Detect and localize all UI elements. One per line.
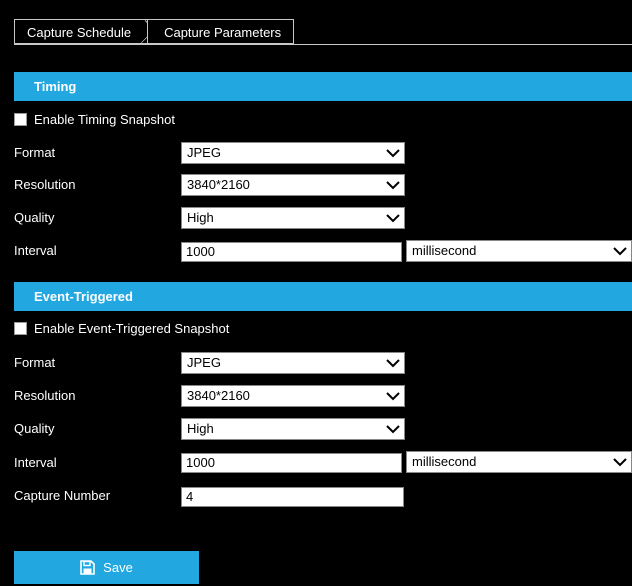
tab-divider <box>14 44 632 45</box>
timing-quality-label: Quality <box>14 210 55 225</box>
chevron-down-icon <box>613 458 627 467</box>
chevron-down-icon <box>613 247 627 256</box>
timing-quality-select[interactable]: High <box>181 207 405 229</box>
timing-resolution-select[interactable]: 3840*2160 <box>181 174 405 196</box>
event-enable-checkbox[interactable] <box>14 321 27 335</box>
event-quality-value: High <box>187 421 214 436</box>
event-interval-unit-value: millisecond <box>412 454 477 469</box>
event-interval-label: Interval <box>14 455 57 470</box>
timing-interval-unit-select[interactable]: millisecond <box>406 240 632 262</box>
event-format-value: JPEG <box>187 355 221 370</box>
event-capture-number-input[interactable]: 4 <box>181 487 404 507</box>
timing-enable-row: Enable Timing Snapshot <box>14 109 175 129</box>
timing-interval-input[interactable]: 1000 <box>181 242 402 262</box>
chevron-down-icon <box>386 392 400 401</box>
chevron-down-icon <box>386 181 400 190</box>
floppy-disk-icon <box>80 560 95 575</box>
event-section-header: Event-Triggered <box>14 282 632 311</box>
tab-capture-schedule[interactable]: Capture Schedule <box>14 19 148 44</box>
timing-quality-value: High <box>187 210 214 225</box>
event-format-select[interactable]: JPEG <box>181 352 405 374</box>
timing-resolution-value: 3840*2160 <box>187 177 250 192</box>
event-resolution-label: Resolution <box>14 388 76 403</box>
chevron-down-icon <box>386 359 400 368</box>
event-enable-label: Enable Event-Triggered Snapshot <box>34 320 230 336</box>
event-interval-input[interactable]: 1000 <box>181 453 402 473</box>
event-quality-select[interactable]: High <box>181 418 405 440</box>
timing-interval-label: Interval <box>14 243 57 258</box>
save-button[interactable]: Save <box>14 551 199 584</box>
event-resolution-value: 3840*2160 <box>187 388 250 403</box>
tab-capture-parameters-label: Capture Parameters <box>164 25 282 40</box>
timing-section-header: Timing <box>14 72 632 101</box>
event-capture-number-label: Capture Number <box>14 488 111 503</box>
event-interval-unit-select[interactable]: millisecond <box>406 451 632 473</box>
timing-format-label: Format <box>14 145 56 160</box>
chevron-down-icon <box>386 425 400 434</box>
timing-enable-checkbox[interactable] <box>14 112 27 126</box>
tab-bar: Capture Schedule Capture Parameters <box>14 19 295 44</box>
chevron-down-icon <box>386 214 400 223</box>
timing-format-value: JPEG <box>187 145 221 160</box>
timing-enable-label: Enable Timing Snapshot <box>34 111 175 127</box>
tab-capture-parameters[interactable]: Capture Parameters <box>147 19 295 44</box>
tab-capture-schedule-label: Capture Schedule <box>27 25 132 40</box>
event-format-label: Format <box>14 355 56 370</box>
timing-format-select[interactable]: JPEG <box>181 142 405 164</box>
timing-resolution-label: Resolution <box>14 177 76 192</box>
event-resolution-select[interactable]: 3840*2160 <box>181 385 405 407</box>
chevron-down-icon <box>386 149 400 158</box>
save-button-label: Save <box>103 560 133 575</box>
event-enable-row: Enable Event-Triggered Snapshot <box>14 318 229 338</box>
timing-interval-unit-value: millisecond <box>412 243 477 258</box>
event-quality-label: Quality <box>14 421 55 436</box>
